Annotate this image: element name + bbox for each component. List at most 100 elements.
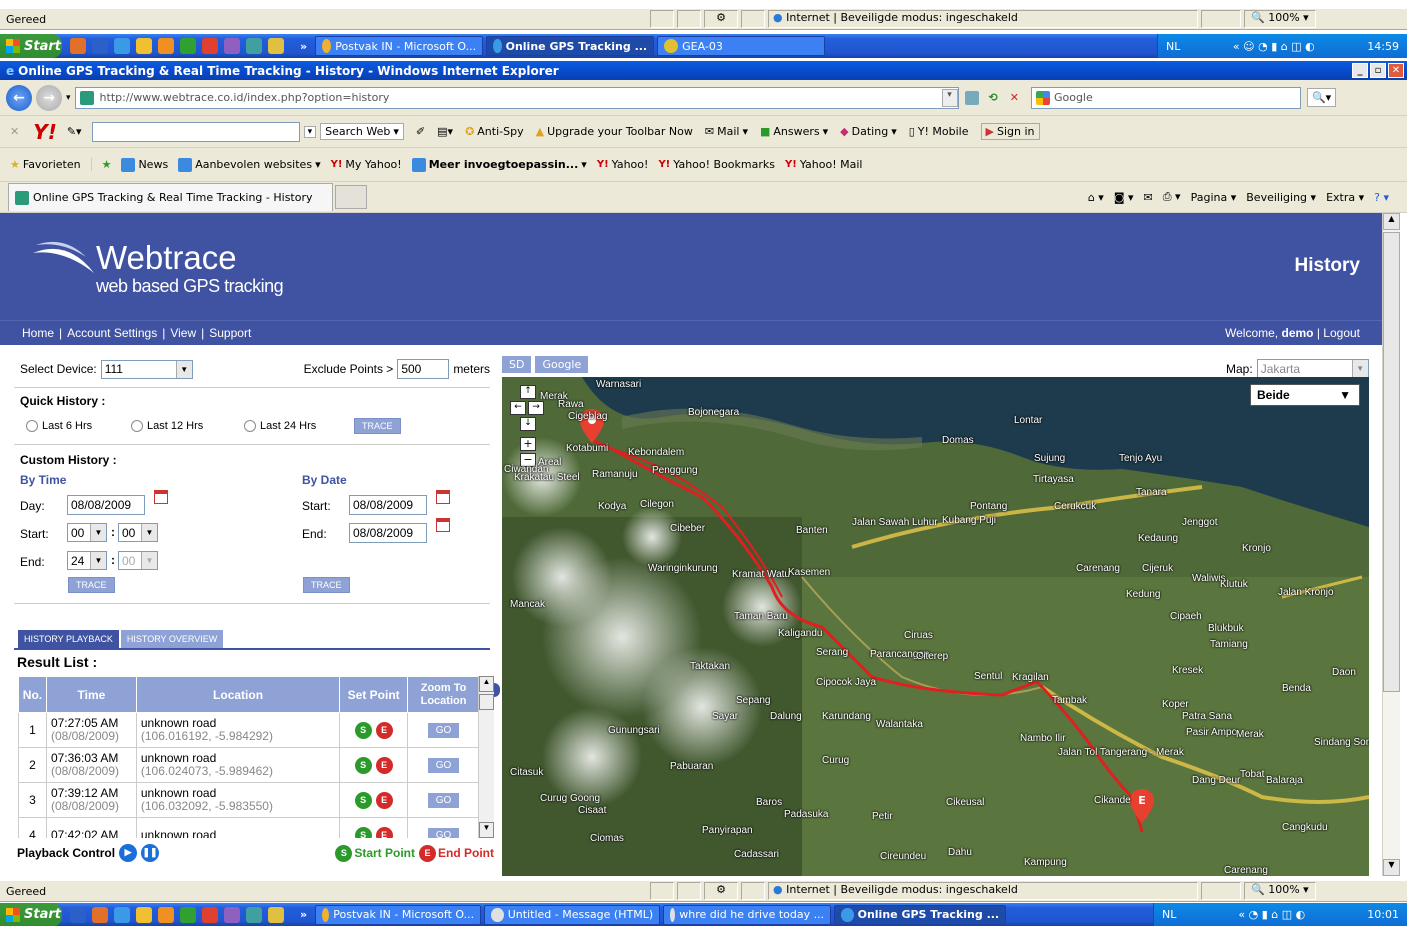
pencil-icon[interactable]: ✎▾ [67, 125, 82, 138]
search-input[interactable]: Google [1030, 86, 1301, 109]
restore-button[interactable]: ▫ [1370, 63, 1386, 78]
security-menu[interactable]: Beveiliging ▾ [1246, 191, 1316, 204]
desktop-icon[interactable] [70, 906, 86, 923]
ie-icon[interactable] [114, 906, 130, 923]
language-indicator[interactable]: NL [1162, 908, 1176, 921]
scroll-up-icon[interactable]: ▲ [1383, 213, 1400, 230]
messenger-icon[interactable] [136, 906, 152, 923]
set-end-button[interactable]: E [375, 791, 393, 809]
play-icon[interactable]: ▶ [119, 844, 138, 862]
app-icon[interactable] [180, 38, 196, 54]
search-web-button[interactable]: Search Web ▾ [320, 123, 404, 140]
app-icon[interactable] [246, 38, 262, 54]
set-start-button[interactable]: S [354, 756, 372, 774]
app-icon[interactable] [180, 906, 196, 923]
mail-button[interactable]: ✉ Mail ▾ [705, 125, 748, 138]
task-ie[interactable]: Online GPS Tracking ... [486, 36, 655, 56]
nav-account-settings[interactable]: Account Settings [67, 326, 157, 340]
fav-yahoo-bookmarks[interactable]: Y! Yahoo! Bookmarks [658, 158, 775, 171]
task-outlook[interactable]: Postvak IN - Microsoft O... [315, 36, 484, 56]
favorites-button[interactable]: ★ Favorieten [10, 158, 92, 171]
app-icon[interactable] [224, 38, 240, 54]
app-icon[interactable] [202, 38, 218, 54]
close-button[interactable]: ✕ [1388, 63, 1404, 78]
yahoo-logo-icon[interactable]: Y! [33, 120, 57, 144]
chevron-more-icon[interactable]: » [300, 908, 307, 921]
nav-view[interactable]: View [170, 326, 196, 340]
map-view[interactable]: E ↑ ← → ↓ + − Beide ▼ Merak Bojonegara Lon… [502, 377, 1369, 876]
answers-button[interactable]: ■ Answers ▾ [760, 125, 828, 138]
date-trace-button[interactable]: TRACE [303, 577, 350, 593]
end-hour-select[interactable]: 24 ▼ [67, 551, 107, 570]
task-outlook[interactable]: Postvak IN - Microsoft O... [315, 904, 482, 925]
calendar-icon[interactable] [436, 518, 450, 532]
pan-down-icon[interactable]: ↓ [520, 417, 536, 431]
time-trace-button[interactable]: TRACE [68, 577, 115, 593]
app-icon[interactable] [268, 38, 284, 54]
firefox-icon[interactable] [92, 906, 108, 923]
search-icon[interactable]: 🔍▾ [1306, 88, 1337, 107]
scroll-thumb[interactable] [1383, 232, 1400, 692]
quick-option-12[interactable]: Last 12 Hrs [131, 420, 244, 433]
yahoo-search-dropdown[interactable]: ▾ [303, 125, 317, 138]
date-start-input[interactable]: 08/08/2009 [349, 495, 427, 515]
zoom-control[interactable]: 🔍 100% ▾ [1244, 10, 1316, 28]
quick-trace-button[interactable]: TRACE [354, 418, 401, 434]
pan-up-icon[interactable]: ↑ [520, 385, 536, 399]
page-menu[interactable]: Pagina ▾ [1191, 191, 1237, 204]
refresh-icon[interactable]: ⟲ [989, 91, 998, 104]
tab-history-playback[interactable]: HISTORY PLAYBACK [18, 630, 119, 648]
mail-icon[interactable]: ✉ [1144, 191, 1153, 204]
google-map-button[interactable]: Google [535, 356, 589, 373]
tray-icons[interactable]: « ◔ ▮ ⌂ ◫ ◐ [1182, 908, 1361, 921]
highlight-icon[interactable]: ✐ [416, 125, 425, 138]
day-input[interactable]: 08/08/2009 [67, 495, 145, 515]
minimize-button[interactable]: _ [1352, 63, 1368, 78]
address-dropdown-icon[interactable]: ▾ [941, 88, 958, 107]
pause-icon[interactable]: ❚❚ [141, 844, 160, 862]
language-indicator[interactable]: NL [1166, 40, 1180, 53]
table-row[interactable]: 2 07:36:03 AM (08/08/2009) unknown road (1… [18, 747, 480, 783]
exclude-input[interactable]: 500 [397, 359, 450, 379]
device-select[interactable]: 111 ▼ [100, 359, 193, 379]
calendar-icon[interactable] [436, 490, 450, 504]
set-end-button[interactable]: E [375, 721, 393, 739]
start-minute-select[interactable]: 00 ▼ [118, 523, 158, 542]
nav-home[interactable]: Home [22, 326, 54, 340]
zoom-in-icon[interactable]: + [520, 437, 536, 451]
zoom-control[interactable]: 🔍 100% ▾ [1244, 882, 1316, 900]
ie-icon[interactable] [114, 38, 130, 54]
new-tab-button[interactable] [335, 185, 367, 209]
browser-tab[interactable]: Online GPS Tracking & Real Time Tracking… [8, 183, 333, 211]
set-end-button[interactable]: E [375, 826, 393, 838]
mobile-button[interactable]: ▯ Y! Mobile [909, 125, 969, 138]
feeds-icon[interactable]: ◙ ▾ [1114, 191, 1134, 204]
tab-history-overview[interactable]: HISTORY OVERVIEW [120, 630, 224, 648]
compat-icon[interactable] [964, 90, 979, 105]
close-toolbar-icon[interactable]: ✕ [10, 125, 19, 138]
table-scrollbar[interactable]: ▲ ▼ [478, 676, 494, 838]
dating-button[interactable]: ◆ Dating ▾ [840, 125, 897, 138]
go-button[interactable]: GO [427, 828, 460, 838]
fav-suggested[interactable]: Aanbevolen websites ▾ [178, 157, 321, 172]
upgrade-button[interactable]: ▲ Upgrade your Toolbar Now [536, 125, 693, 138]
set-start-button[interactable]: S [354, 826, 372, 838]
extra-menu[interactable]: Extra ▾ [1326, 191, 1364, 204]
back-button[interactable]: ← [6, 84, 32, 111]
layout-icon[interactable]: ▤▾ [437, 125, 453, 138]
firefox-icon[interactable] [70, 38, 86, 54]
set-start-button[interactable]: S [354, 721, 372, 739]
quick-option-24[interactable]: Last 24 Hrs [244, 420, 354, 433]
map-type-select[interactable]: Beide ▼ [1250, 384, 1360, 406]
home-icon[interactable]: ⌂ ▾ [1088, 191, 1104, 204]
calendar-icon[interactable] [154, 490, 168, 504]
forward-button[interactable]: → [36, 84, 62, 111]
table-row[interactable]: 4 07:42:02 AM unknown road SE GO [18, 817, 480, 838]
start-button[interactable]: Start [0, 34, 62, 58]
nav-support[interactable]: Support [209, 326, 251, 340]
quick-option-6[interactable]: Last 6 Hrs [26, 420, 131, 433]
start-hour-select[interactable]: 00 ▼ [67, 523, 107, 542]
fav-my-yahoo[interactable]: Y! My Yahoo! [331, 158, 402, 171]
table-row[interactable]: 1 07:27:05 AM (08/08/2009) unknown road (1… [18, 712, 480, 748]
go-button[interactable]: GO [427, 793, 460, 808]
